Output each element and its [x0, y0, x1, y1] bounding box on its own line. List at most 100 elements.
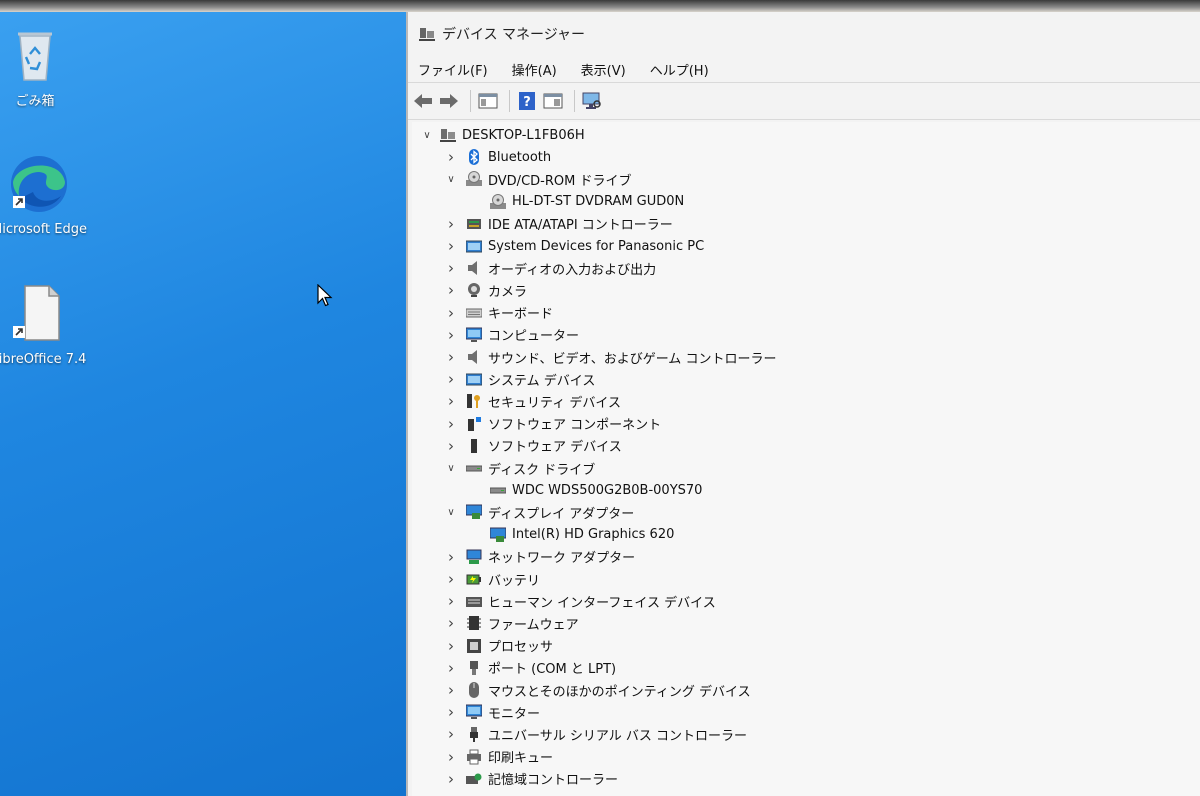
chevron-right-icon[interactable]: ›	[444, 415, 458, 433]
forward-icon	[440, 94, 458, 108]
tree-item-3[interactable]: › IDE ATA/ATAPI コントローラー	[444, 213, 673, 235]
chevron-right-icon[interactable]: ›	[444, 592, 458, 610]
chevron-right-icon[interactable]: ›	[444, 259, 458, 277]
chevron-right-icon[interactable]: ›	[444, 725, 458, 743]
chevron-right-icon[interactable]: ›	[444, 215, 458, 233]
disk-drive-icon	[489, 482, 507, 498]
scan-hardware-button[interactable]	[581, 90, 603, 112]
display-adapter-icon	[465, 504, 483, 520]
chevron-right-icon[interactable]: ›	[444, 637, 458, 655]
properties-pane-button[interactable]	[477, 90, 499, 112]
toolbar-separator	[509, 90, 510, 112]
tree-item-15[interactable]: WDC WDS500G2B0B-00YS70	[468, 479, 702, 501]
chevron-right-icon[interactable]: ›	[444, 614, 458, 632]
chevron-down-icon[interactable]: ∨	[420, 130, 434, 141]
tree-item-5[interactable]: › オーディオの入力および出力	[444, 257, 656, 279]
details-pane-icon	[543, 93, 563, 109]
details-pane-button[interactable]	[542, 90, 564, 112]
tree-item-11[interactable]: › セキュリティ デバイス	[444, 390, 621, 412]
desktop-icon-recycle-bin[interactable]: ごみ箱	[0, 26, 90, 109]
tree-item-0[interactable]: › Bluetooth	[444, 146, 551, 168]
chevron-right-icon[interactable]: ›	[444, 570, 458, 588]
chevron-right-icon[interactable]: ›	[444, 770, 458, 788]
desktop-icon-libreoffice[interactable]: LibreOffice 7.4	[0, 282, 94, 367]
tree-item-25[interactable]: › モニター	[444, 701, 540, 723]
tree-item-label: ファームウェア	[488, 617, 579, 633]
tree-item-4[interactable]: › System Devices for Panasonic PC	[444, 235, 704, 257]
tree-item-24[interactable]: › マウスとそのほかのポインティング デバイス	[444, 679, 751, 701]
port-icon	[466, 660, 482, 676]
toolbar-separator	[470, 90, 471, 112]
tree-item-12[interactable]: › ソフトウェア コンポーネント	[444, 413, 661, 435]
tree-item-6[interactable]: › カメラ	[444, 279, 527, 301]
chevron-right-icon[interactable]: ›	[444, 437, 458, 455]
chevron-right-icon[interactable]: ›	[444, 348, 458, 366]
tree-item-label: ヒューマン インターフェイス デバイス	[488, 595, 716, 611]
svg-text:?: ?	[523, 95, 531, 110]
chevron-right-icon[interactable]: ›	[444, 703, 458, 721]
tree-item-18[interactable]: › ネットワーク アダプター	[444, 546, 635, 568]
chevron-down-icon[interactable]: ∨	[444, 174, 458, 185]
monitor-bezel	[0, 0, 1200, 12]
tree-item-13[interactable]: › ソフトウェア デバイス	[444, 435, 622, 457]
chevron-right-icon[interactable]: ›	[444, 748, 458, 766]
chevron-right-icon[interactable]: ›	[444, 659, 458, 677]
tree-item-14[interactable]: ∨ ディスク ドライブ	[444, 457, 595, 479]
security-key-icon	[466, 393, 482, 409]
mouse-icon	[466, 682, 482, 698]
usb-icon	[466, 726, 482, 743]
chevron-right-icon[interactable]: ›	[444, 681, 458, 699]
tree-item-23[interactable]: › ポート (COM と LPT)	[444, 657, 616, 679]
printer-icon	[466, 749, 482, 765]
desktop-icon-edge[interactable]: Microsoft Edge	[0, 152, 94, 237]
hid-icon	[466, 593, 482, 609]
recycle-bin-icon	[18, 32, 52, 81]
tree-item-28[interactable]: › 記憶域コントローラー	[444, 768, 618, 790]
keyboard-icon	[465, 305, 483, 321]
chevron-right-icon[interactable]: ›	[444, 370, 458, 388]
tree-item-label: Intel(R) HD Graphics 620	[512, 527, 675, 543]
desktop-icon-label: LibreOffice 7.4	[0, 352, 87, 367]
chevron-right-icon[interactable]: ›	[444, 237, 458, 255]
tree-item-19[interactable]: › バッテリ	[444, 568, 540, 590]
window-title: デバイス マネージャー	[442, 27, 586, 43]
system-device-icon	[465, 371, 483, 387]
tree-item-8[interactable]: › コンピューター	[444, 324, 579, 346]
help-icon: ?	[519, 92, 535, 110]
menu-action[interactable]: 操作(A)	[510, 58, 559, 81]
chevron-right-icon[interactable]: ›	[444, 304, 458, 322]
chevron-right-icon[interactable]: ›	[444, 548, 458, 566]
chevron-down-icon[interactable]: ∨	[444, 507, 458, 518]
tree-item-9[interactable]: › サウンド、ビデオ、およびゲーム コントローラー	[444, 346, 776, 368]
battery-icon	[466, 571, 482, 587]
tree-item-2[interactable]: HL-DT-ST DVDRAM GUD0N	[468, 191, 684, 213]
chevron-down-icon[interactable]: ∨	[444, 463, 458, 474]
menu-file[interactable]: ファイル(F)	[416, 58, 490, 81]
tree-item-26[interactable]: › ユニバーサル シリアル バス コントローラー	[444, 723, 747, 745]
tree-item-label: システム デバイス	[488, 373, 596, 389]
tree-item-1[interactable]: ∨ DVD/CD-ROM ドライブ	[444, 168, 631, 190]
tree-item-16[interactable]: ∨ ディスプレイ アダプター	[444, 501, 634, 523]
edge-icon	[11, 156, 67, 212]
chevron-right-icon[interactable]: ›	[444, 148, 458, 166]
display-adapter-icon	[489, 527, 507, 543]
tree-item-22[interactable]: › プロセッサ	[444, 635, 553, 657]
tree-root-node[interactable]: ∨ DESKTOP-L1FB06H	[420, 124, 584, 146]
tree-item-10[interactable]: › システム デバイス	[444, 368, 595, 390]
chevron-right-icon[interactable]: ›	[444, 392, 458, 410]
tree-item-17[interactable]: Intel(R) HD Graphics 620	[468, 524, 674, 546]
forward-button[interactable]	[438, 90, 460, 112]
back-button[interactable]	[412, 90, 434, 112]
menu-view[interactable]: 表示(V)	[579, 58, 628, 81]
tree-item-20[interactable]: › ヒューマン インターフェイス デバイス	[444, 590, 716, 612]
chevron-right-icon[interactable]: ›	[444, 281, 458, 299]
tree-item-27[interactable]: › 印刷キュー	[444, 746, 553, 768]
chevron-right-icon[interactable]: ›	[444, 326, 458, 344]
scan-hardware-icon	[582, 92, 601, 109]
desktop: ごみ箱 Microsoft Edge LibreOffice 7.4	[0, 12, 406, 796]
ide-controller-icon	[466, 216, 482, 232]
menu-help[interactable]: ヘルプ(H)	[648, 58, 711, 81]
tree-item-7[interactable]: › キーボード	[444, 302, 553, 324]
help-button[interactable]: ?	[516, 90, 538, 112]
tree-item-21[interactable]: › ファームウェア	[444, 612, 579, 634]
